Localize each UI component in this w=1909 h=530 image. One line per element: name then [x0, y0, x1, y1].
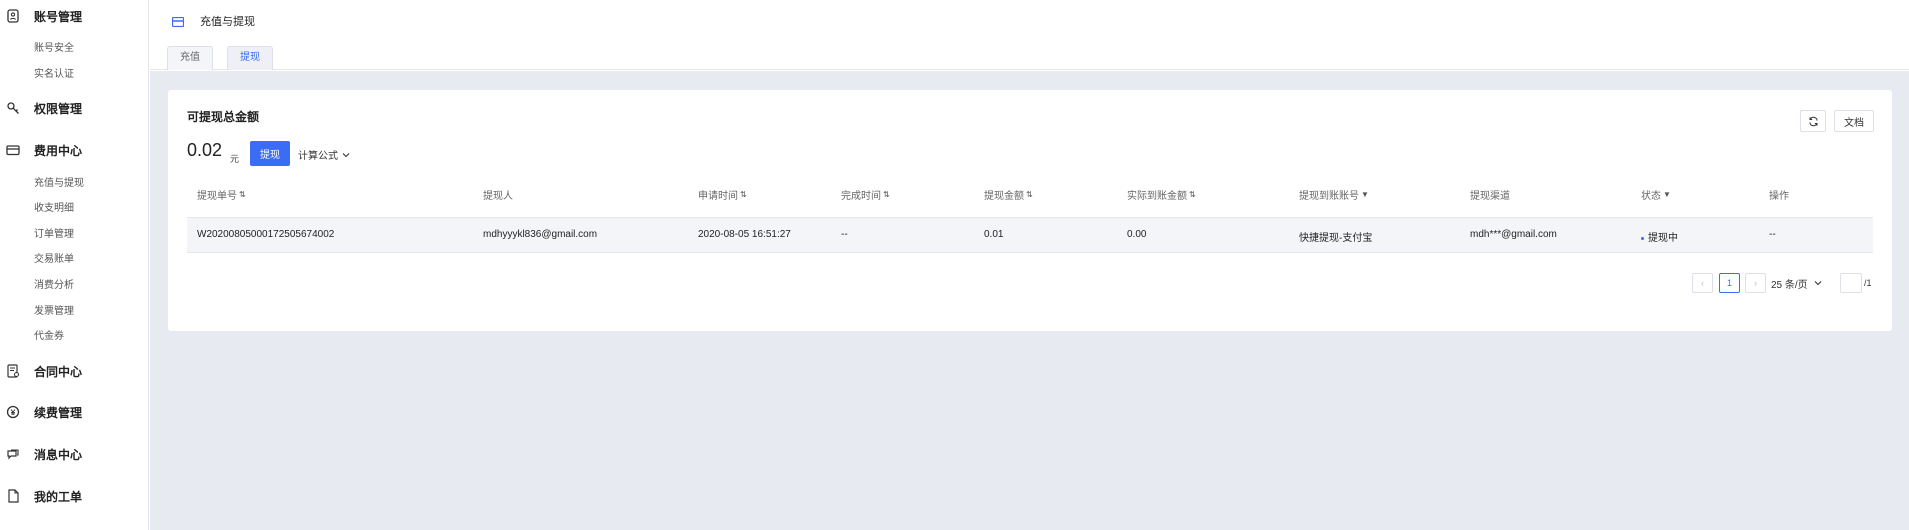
sidebar-item-vouchers[interactable]: 代金券 — [34, 330, 64, 344]
prev-page-button[interactable]: ‹ — [1692, 273, 1713, 293]
contract-icon — [6, 364, 20, 378]
col-apply-time[interactable]: 申请时间 ⇅ — [698, 187, 747, 202]
sort-icon: ⇅ — [740, 190, 747, 199]
sidebar-item-account-security[interactable]: 账号安全 — [34, 42, 74, 56]
cell-status: 提现中 — [1641, 229, 1678, 244]
tab-withdraw[interactable]: 提现 — [227, 46, 273, 70]
page-title: 充值与提现 — [200, 16, 255, 28]
sort-icon: ⇅ — [239, 190, 246, 199]
card-icon — [6, 143, 20, 157]
withdrawable-amount: 0.02 — [187, 140, 223, 160]
cell-finish-time: -- — [841, 229, 848, 240]
sidebar-group-label: 权限管理 — [34, 101, 83, 116]
sidebar-item-permission[interactable]: 权限管理 — [0, 98, 82, 118]
amount-unit: 元 — [230, 154, 240, 164]
col-account[interactable]: 提现到账账号 ▼ — [1299, 187, 1369, 202]
sidebar-group-label: 续费管理 — [34, 405, 83, 420]
sidebar-item-consumption[interactable]: 消费分析 — [34, 279, 74, 293]
message-icon — [6, 447, 20, 461]
sort-icon: ⇅ — [1189, 190, 1196, 199]
cell-amount: 0.01 — [984, 229, 1004, 240]
account-icon — [6, 9, 20, 23]
status-dot — [1641, 236, 1644, 240]
formula-label: 计算公式 — [298, 151, 338, 162]
chevron-down-icon — [342, 152, 350, 157]
sort-icon: ⇅ — [1026, 190, 1033, 199]
cell-user: mdhyyykl836@gmail.com — [483, 229, 598, 240]
cell-apply-time: 2020-08-05 16:51:27 — [698, 229, 791, 240]
sidebar-item-recharge-withdraw[interactable]: 充值与提现 — [34, 177, 84, 191]
sidebar-group-label: 费用中心 — [34, 143, 83, 158]
formula-dropdown[interactable]: 计算公式 — [298, 147, 350, 162]
sidebar-item-bills[interactable]: 交易账单 — [34, 253, 74, 267]
refresh-button[interactable] — [1800, 110, 1826, 132]
cell-account: 快捷提现-支付宝 — [1299, 233, 1373, 244]
cell-action: -- — [1769, 229, 1776, 240]
col-actual-amount[interactable]: 实际到账金额 ⇅ — [1127, 187, 1196, 202]
chevron-down-icon — [1814, 281, 1822, 286]
table-header: 提现单号 ⇅ 提现人 申请时间 ⇅ 完成时间 ⇅ 提现金额 ⇅ 实际到账金额 ⇅ 提现到账… — [187, 187, 1873, 207]
cell-order-no: W20200805000172505674002 — [197, 229, 335, 240]
sidebar-item-renewal[interactable]: 续费管理 — [0, 402, 82, 422]
withdraw-button[interactable]: 提现 — [250, 141, 290, 166]
table-row: W20200805000172505674002 mdhyyykl836@gma… — [187, 217, 1873, 253]
filter-icon: ▼ — [1361, 190, 1369, 199]
col-status[interactable]: 状态 ▼ — [1641, 187, 1671, 202]
sidebar-item-orders[interactable]: 订单管理 — [34, 228, 74, 242]
sidebar-group-label: 合同中心 — [34, 364, 83, 379]
tab-recharge[interactable]: 充值 — [167, 46, 213, 70]
sidebar: 账号管理 账号安全 实名认证 权限管理 费用中心 充值与提现 收支明细 订单管理… — [0, 0, 149, 530]
sidebar-item-real-name[interactable]: 实名认证 — [34, 68, 74, 82]
sidebar-group-label: 我的工单 — [34, 489, 83, 504]
page-size-label: 25 条/页 — [1771, 279, 1808, 291]
doc-button[interactable]: 文档 — [1834, 110, 1874, 132]
status-text: 提现中 — [1648, 233, 1678, 244]
col-channel: 提现渠道 — [1470, 191, 1510, 202]
key-icon — [6, 101, 20, 115]
col-action: 操作 — [1769, 191, 1789, 202]
sidebar-group-label: 消息中心 — [34, 447, 83, 462]
page-1-button[interactable]: 1 — [1719, 273, 1740, 293]
col-finish-time[interactable]: 完成时间 ⇅ — [841, 187, 890, 202]
yuan-icon — [6, 405, 20, 419]
sidebar-item-contract[interactable]: 合同中心 — [0, 361, 82, 381]
col-user: 提现人 — [483, 191, 513, 202]
sidebar-item-income-detail[interactable]: 收支明细 — [34, 202, 74, 216]
sidebar-item-invoices[interactable]: 发票管理 — [34, 305, 74, 319]
next-page-button[interactable]: › — [1745, 273, 1766, 293]
refresh-icon — [1808, 116, 1818, 126]
col-amount[interactable]: 提现金额 ⇅ — [984, 187, 1033, 202]
sort-icon: ⇅ — [883, 190, 890, 199]
total-pages: /1 — [1864, 278, 1872, 288]
cell-channel: mdh***@gmail.com — [1470, 229, 1557, 240]
withdraw-card: 可提现总金额 0.02 元 提现 计算公式 文档 提现单号 ⇅ 提现人 申请时间 ⇅… — [168, 90, 1892, 331]
col-order-no[interactable]: 提现单号 ⇅ — [197, 187, 246, 202]
cell-actual-amount: 0.00 — [1127, 229, 1147, 240]
page-jump-input[interactable] — [1840, 273, 1862, 293]
filter-icon: ▼ — [1663, 190, 1671, 199]
page-size-select[interactable]: 25 条/页 — [1771, 273, 1822, 293]
wallet-icon — [171, 14, 185, 28]
sidebar-item-messages[interactable]: 消息中心 — [0, 444, 82, 464]
page-header: 充值与提现 充值 提现 — [150, 0, 1909, 70]
ticket-icon — [6, 489, 20, 503]
sidebar-item-tickets[interactable]: 我的工单 — [0, 486, 82, 506]
card-title: 可提现总金额 — [187, 110, 260, 124]
sidebar-group-label: 账号管理 — [34, 9, 83, 24]
sidebar-item-account[interactable]: 账号管理 — [0, 6, 82, 26]
sidebar-item-fee-center[interactable]: 费用中心 — [0, 140, 82, 160]
